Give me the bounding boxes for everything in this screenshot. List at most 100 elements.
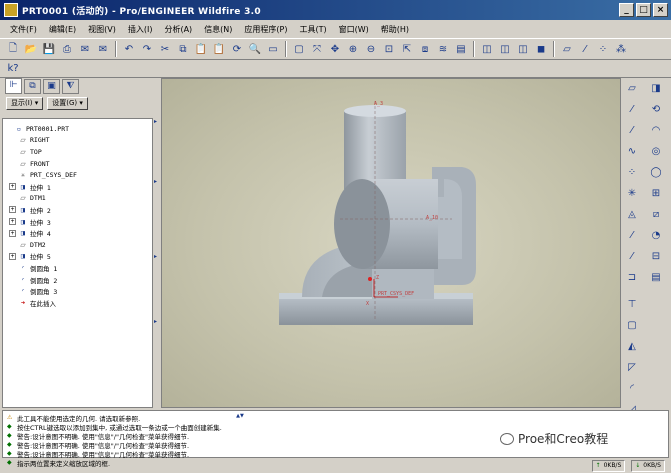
connections-tab-icon[interactable]: ⧨ — [62, 79, 79, 94]
tree-item[interactable]: + ◨ 拉伸 3 — [5, 216, 150, 228]
warp-tool-icon[interactable]: ◯ — [649, 166, 663, 180]
base-plate[interactable] — [279, 297, 473, 325]
minimize-button[interactable]: _ — [619, 3, 634, 17]
zoom-out-icon[interactable]: ⊖ — [363, 41, 379, 57]
draft-tool-icon[interactable]: ◸ — [625, 361, 639, 375]
copy-icon[interactable]: ⧉ — [175, 41, 191, 57]
save-icon[interactable]: 💾 — [41, 41, 57, 57]
hidden-line-icon[interactable]: ◫ — [497, 41, 513, 57]
tree-item[interactable]: ▫ PRT0001.PRT — [5, 123, 150, 135]
expand-toggle-icon[interactable]: + — [9, 206, 16, 214]
print-icon[interactable]: ⎙ — [59, 41, 75, 57]
datum-axis-tool-icon[interactable]: ⁄ — [625, 103, 639, 117]
datum-curve-tool-icon[interactable]: ⁄ — [625, 124, 639, 138]
tree-item[interactable]: ⏥ RIGHT — [5, 135, 150, 147]
find-icon[interactable]: 🔍 — [247, 41, 263, 57]
close-button[interactable]: × — [653, 3, 668, 17]
expand-toggle-icon[interactable]: + — [9, 252, 16, 260]
model-tree-tab-icon[interactable]: ⊩ — [5, 78, 22, 94]
menu-info[interactable]: 信息(N) — [198, 24, 238, 35]
menu-applications[interactable]: 应用程序(P) — [238, 24, 293, 35]
menu-analysis[interactable]: 分析(A) — [158, 24, 198, 35]
cut-icon[interactable]: ✂ — [157, 41, 173, 57]
datum-planes-toggle-icon[interactable]: ⏥ — [559, 41, 575, 57]
tree-item[interactable]: + ◨ 拉伸 5 — [5, 251, 150, 263]
menu-window[interactable]: 窗口(W) — [333, 24, 375, 35]
settings-dropdown[interactable]: 设置(G) ▾ — [47, 97, 88, 110]
new-file-icon[interactable]: 🗋 — [5, 41, 21, 57]
tree-item[interactable]: ➜ 在此插入 — [5, 297, 150, 309]
tree-item[interactable]: ⏥ TOP — [5, 146, 150, 158]
expand-toggle-icon[interactable]: + — [9, 229, 16, 237]
selection-filter-icon[interactable]: ▭ — [265, 41, 281, 57]
tree-item[interactable]: + ◨ 拉伸 2 — [5, 204, 150, 216]
wireframe-icon[interactable]: ◫ — [479, 41, 495, 57]
rib-tool-icon[interactable]: ◭ — [625, 340, 639, 354]
maximize-button[interactable]: □ — [636, 3, 651, 17]
message-scroll-arrows-icon[interactable]: ▲▼ — [236, 413, 244, 453]
round-tool-icon[interactable]: ◜ — [625, 382, 639, 396]
spin-center-icon[interactable]: ⤧ — [309, 41, 325, 57]
merge-tool-icon[interactable]: ⊟ — [649, 250, 663, 264]
horizontal-cylinder-face[interactable] — [334, 179, 390, 269]
graphics-window[interactable]: A_3 A_10 PRT_CSYS_DEF Z X — [161, 78, 621, 408]
extrude-tool-icon[interactable]: ◨ — [649, 82, 663, 96]
tree-item[interactable]: ◜ 倒圆角 3 — [5, 285, 150, 297]
model-3d-view[interactable] — [162, 79, 621, 408]
view-manager-icon[interactable]: ▤ — [453, 41, 469, 57]
menu-help[interactable]: 帮助(H) — [375, 24, 415, 35]
collapse-arrow-icon[interactable]: ▸ — [154, 178, 157, 185]
paste-special-icon[interactable]: 📋 — [211, 41, 227, 57]
tree-item[interactable]: + ◨ 拉伸 1 — [5, 181, 150, 193]
no-hidden-icon[interactable]: ◫ — [515, 41, 531, 57]
context-help-icon[interactable]: k? — [5, 61, 21, 77]
folder-browser-tab-icon[interactable]: ⧉ — [24, 79, 41, 94]
csys-toggle-icon[interactable]: ⁂ — [613, 41, 629, 57]
reorient-icon[interactable]: ⇱ — [399, 41, 415, 57]
regenerate-icon[interactable]: ⟳ — [229, 41, 245, 57]
tree-item[interactable]: + ◨ 拉伸 4 — [5, 227, 150, 239]
collapse-arrow-icon[interactable]: ▸ — [154, 253, 157, 260]
shading-icon[interactable]: ◼ — [533, 41, 549, 57]
zoom-in-icon[interactable]: ⊕ — [345, 41, 361, 57]
revolve-tool-icon[interactable]: ⟲ — [649, 103, 663, 117]
tree-item[interactable]: ⏥ FRONT — [5, 158, 150, 170]
expand-toggle-icon[interactable]: + — [9, 218, 16, 226]
repaint-icon[interactable]: ▢ — [291, 41, 307, 57]
open-folder-icon[interactable]: 📂 — [23, 41, 39, 57]
show-dropdown[interactable]: 显示(I) ▾ — [6, 97, 44, 110]
tree-item[interactable]: ◜ 倒圆角 2 — [5, 274, 150, 286]
sketch-tool-icon[interactable]: ∿ — [625, 145, 639, 159]
paste-icon[interactable]: 📋 — [193, 41, 209, 57]
tree-item[interactable]: ⏥ DTM1 — [5, 193, 150, 205]
datum-point-tool-icon[interactable]: ⁘ — [625, 166, 639, 180]
refit-icon[interactable]: ⊡ — [381, 41, 397, 57]
menu-edit[interactable]: 编辑(E) — [43, 24, 82, 35]
datum-axes-toggle-icon[interactable]: ⁄ — [577, 41, 593, 57]
collapse-arrow-icon[interactable]: ▸ — [154, 318, 157, 325]
layers-icon[interactable]: ≋ — [435, 41, 451, 57]
hole-tool-icon[interactable]: ⊤ — [625, 298, 639, 312]
sweep-tool-icon[interactable]: ◠ — [649, 124, 663, 138]
trim-tool-icon[interactable]: ◔ — [649, 229, 663, 243]
menu-file[interactable]: 文件(F) — [4, 24, 43, 35]
email-link-icon[interactable]: ✉ — [95, 41, 111, 57]
saved-views-icon[interactable]: ⧈ — [417, 41, 433, 57]
datum-plane-tool-icon[interactable]: ⏥ — [625, 82, 639, 96]
tree-item[interactable]: ⏥ DTM2 — [5, 239, 150, 251]
mirror-tool-icon[interactable]: ⧄ — [649, 208, 663, 222]
shell-tool-icon[interactable]: ▢ — [625, 319, 639, 333]
email-icon[interactable]: ✉ — [77, 41, 93, 57]
undo-icon[interactable]: ↶ — [121, 41, 137, 57]
menu-view[interactable]: 视图(V) — [82, 24, 122, 35]
favorites-tab-icon[interactable]: ▣ — [43, 79, 60, 94]
menu-tools[interactable]: 工具(T) — [294, 24, 333, 35]
csys-tool-icon[interactable]: ✳ — [625, 187, 639, 201]
panel-splitter[interactable]: ▸ ▸ ▸ ▸ — [153, 78, 161, 408]
menu-insert[interactable]: 插入(I) — [122, 24, 159, 35]
tree-item[interactable]: ◜ 倒圆角 1 — [5, 262, 150, 274]
redo-icon[interactable]: ↷ — [139, 41, 155, 57]
pattern-tool-icon[interactable]: ⊞ — [649, 187, 663, 201]
tree-item[interactable]: ✳ PRT_CSYS_DEF — [5, 169, 150, 181]
orient-mode-icon[interactable]: ✥ — [327, 41, 343, 57]
